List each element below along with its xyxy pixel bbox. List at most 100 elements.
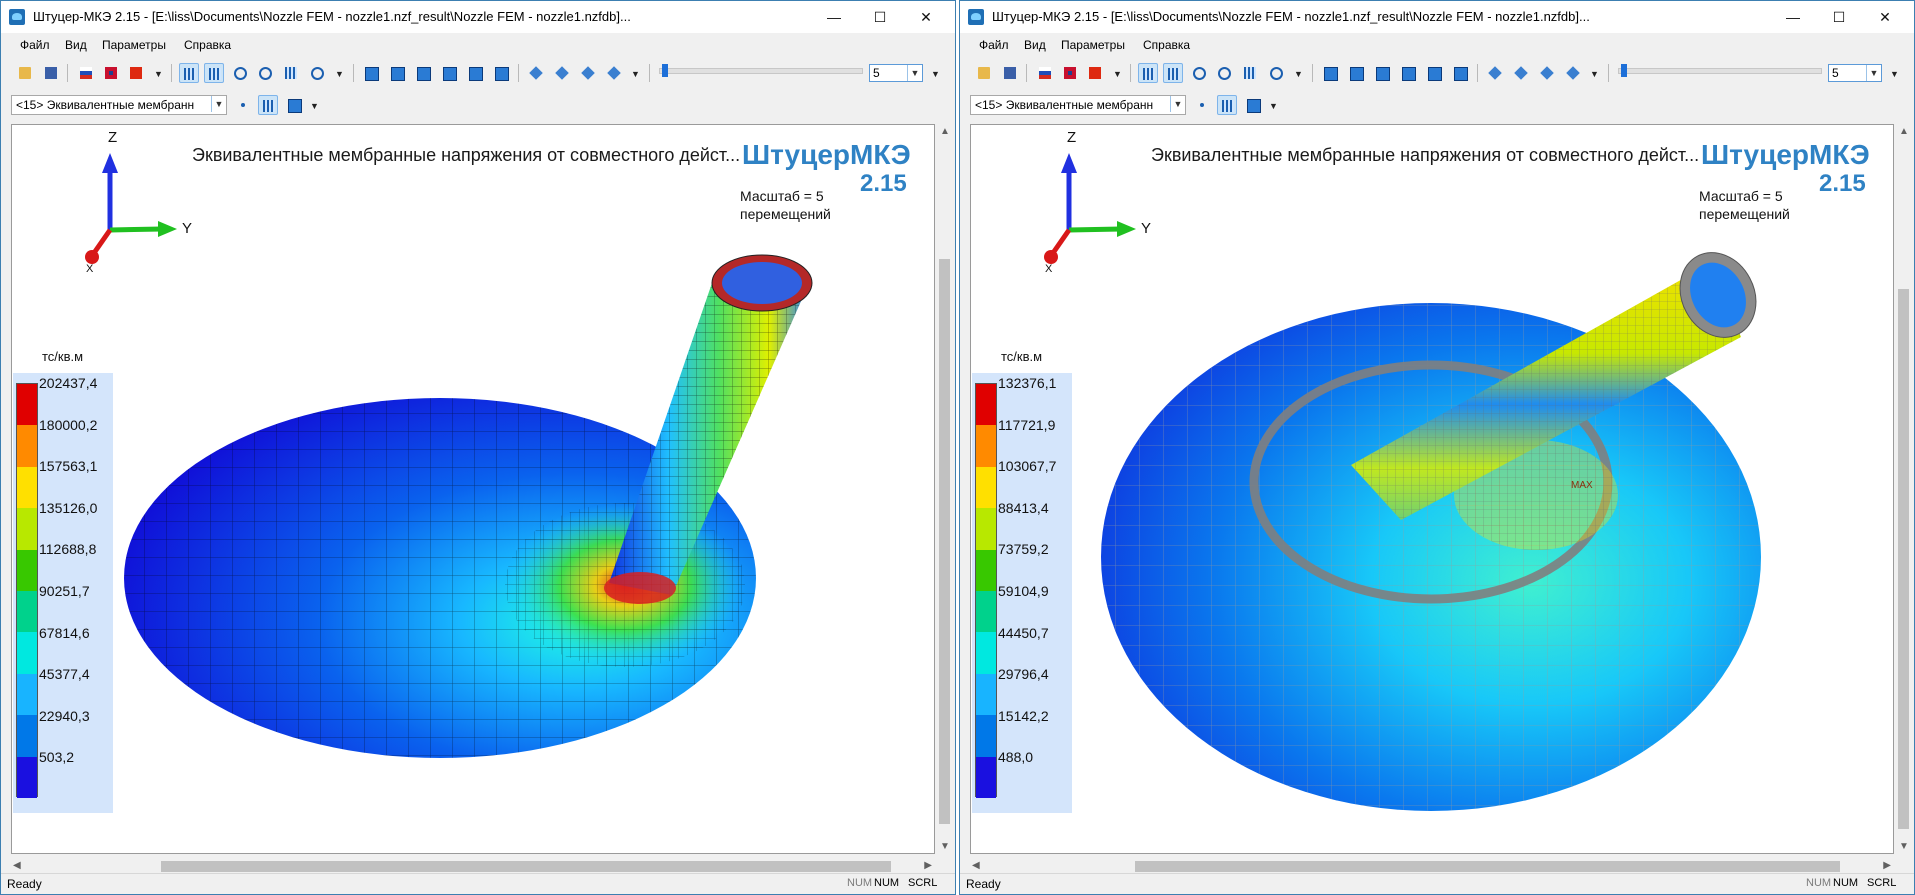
chevron-down-icon[interactable]: ▼ — [211, 96, 226, 112]
view-back-button[interactable] — [1346, 63, 1366, 83]
view-right-button[interactable] — [439, 63, 459, 83]
vertical-scroll-thumb[interactable] — [939, 259, 950, 824]
view-front-button[interactable] — [361, 63, 381, 83]
view-right-button[interactable] — [1398, 63, 1418, 83]
pan-button[interactable] — [307, 63, 327, 83]
iso-view-3-button[interactable] — [1537, 63, 1557, 83]
title-bar[interactable]: Штуцер-МКЭ 2.15 - [E:\liss\Documents\Noz… — [960, 1, 1914, 33]
view-top-button[interactable] — [1424, 63, 1444, 83]
open-button[interactable] — [974, 63, 994, 83]
chevron-down-icon[interactable]: ▼ — [154, 69, 163, 79]
fit-view-button[interactable] — [281, 63, 301, 83]
contour-button[interactable] — [258, 95, 278, 115]
scroll-left-icon[interactable]: ◀ — [13, 860, 21, 871]
lang-cn-button[interactable] — [1085, 63, 1105, 83]
scroll-down-icon[interactable]: ▼ — [940, 841, 950, 852]
menu-parameters[interactable]: Параметры — [1061, 38, 1125, 52]
scale-combo[interactable]: 5 ▼ — [869, 64, 923, 82]
lang-ru-button[interactable] — [1035, 63, 1055, 83]
iso-view-2-button[interactable] — [552, 63, 572, 83]
zoom-window-button[interactable] — [255, 63, 275, 83]
iso-view-1-button[interactable] — [526, 63, 546, 83]
vertical-scrollbar[interactable]: ▲ ▼ — [936, 124, 953, 854]
title-bar[interactable]: Штуцер-МКЭ 2.15 - [E:\liss\Documents\Noz… — [1, 1, 955, 33]
save-button[interactable] — [1000, 63, 1020, 83]
scroll-right-icon[interactable]: ▶ — [924, 860, 932, 871]
zoom-button[interactable] — [1189, 63, 1209, 83]
maximize-button[interactable]: ☐ — [1816, 1, 1862, 33]
scale-slider[interactable] — [1618, 64, 1822, 77]
pan-button[interactable] — [1266, 63, 1286, 83]
view-bottom-button[interactable] — [1450, 63, 1470, 83]
close-button[interactable]: ✕ — [903, 1, 949, 33]
view-left-button[interactable] — [413, 63, 433, 83]
fit-view-button[interactable] — [1240, 63, 1260, 83]
menu-help[interactable]: Справка — [1143, 38, 1190, 52]
slider-thumb[interactable] — [662, 64, 668, 77]
horizontal-scroll-thumb[interactable] — [161, 861, 891, 872]
lang-en-button[interactable] — [1060, 63, 1080, 83]
mesh-view-button[interactable] — [1163, 63, 1183, 83]
zoom-button[interactable] — [230, 63, 250, 83]
scroll-up-icon[interactable]: ▲ — [940, 126, 950, 137]
vertical-scroll-thumb[interactable] — [1898, 289, 1909, 829]
scroll-right-icon[interactable]: ▶ — [1883, 860, 1891, 871]
chevron-down-icon[interactable]: ▼ — [631, 69, 640, 79]
zoom-window-button[interactable] — [1214, 63, 1234, 83]
minimize-button[interactable]: — — [811, 1, 857, 33]
chevron-down-icon[interactable]: ▼ — [1866, 65, 1881, 81]
close-button[interactable]: ✕ — [1862, 1, 1908, 33]
result-select[interactable]: <15> Эквивалентные мембранн ▼ — [970, 95, 1186, 115]
legend-button[interactable] — [284, 95, 304, 115]
lang-ru-button[interactable] — [76, 63, 96, 83]
point-button[interactable] — [233, 95, 253, 115]
iso-view-1-button[interactable] — [1485, 63, 1505, 83]
scroll-up-icon[interactable]: ▲ — [1899, 126, 1909, 137]
iso-view-4-button[interactable] — [604, 63, 624, 83]
view-top-button[interactable] — [465, 63, 485, 83]
chevron-down-icon[interactable]: ▼ — [1269, 101, 1278, 111]
view-back-button[interactable] — [387, 63, 407, 83]
lang-en-button[interactable] — [101, 63, 121, 83]
chevron-down-icon[interactable]: ▼ — [1294, 69, 1303, 79]
menu-file[interactable]: Файл — [20, 38, 50, 52]
menu-help[interactable]: Справка — [184, 38, 231, 52]
chevron-down-icon[interactable]: ▼ — [1890, 69, 1899, 79]
view-bottom-button[interactable] — [491, 63, 511, 83]
view-left-button[interactable] — [1372, 63, 1392, 83]
menu-file[interactable]: Файл — [979, 38, 1009, 52]
mesh-view-button[interactable] — [204, 63, 224, 83]
iso-view-4-button[interactable] — [1563, 63, 1583, 83]
menu-parameters[interactable]: Параметры — [102, 38, 166, 52]
open-button[interactable] — [15, 63, 35, 83]
vertical-scrollbar[interactable]: ▲ ▼ — [1895, 124, 1912, 854]
rotate-view-button[interactable] — [1138, 63, 1158, 83]
model-viewport[interactable]: MAX Z Y X Эквивалентные мембранные напря… — [970, 124, 1894, 854]
slider-thumb[interactable] — [1621, 64, 1627, 77]
save-button[interactable] — [41, 63, 61, 83]
point-button[interactable] — [1192, 95, 1212, 115]
model-viewport[interactable]: Z Y X Эквивалентные мембранные напряжени… — [11, 124, 935, 854]
scroll-left-icon[interactable]: ◀ — [972, 860, 980, 871]
minimize-button[interactable]: — — [1770, 1, 1816, 33]
scale-combo[interactable]: 5 ▼ — [1828, 64, 1882, 82]
chevron-down-icon[interactable]: ▼ — [907, 65, 922, 81]
scroll-down-icon[interactable]: ▼ — [1899, 841, 1909, 852]
view-front-button[interactable] — [1320, 63, 1340, 83]
chevron-down-icon[interactable]: ▼ — [931, 69, 940, 79]
iso-view-3-button[interactable] — [578, 63, 598, 83]
chevron-down-icon[interactable]: ▼ — [1113, 69, 1122, 79]
menu-view[interactable]: Вид — [65, 38, 87, 52]
chevron-down-icon[interactable]: ▼ — [335, 69, 344, 79]
chevron-down-icon[interactable]: ▼ — [1590, 69, 1599, 79]
iso-view-2-button[interactable] — [1511, 63, 1531, 83]
contour-button[interactable] — [1217, 95, 1237, 115]
lang-cn-button[interactable] — [126, 63, 146, 83]
chevron-down-icon[interactable]: ▼ — [310, 101, 319, 111]
legend-button[interactable] — [1243, 95, 1263, 115]
rotate-view-button[interactable] — [179, 63, 199, 83]
maximize-button[interactable]: ☐ — [857, 1, 903, 33]
menu-view[interactable]: Вид — [1024, 38, 1046, 52]
scale-slider[interactable] — [659, 64, 863, 77]
result-select[interactable]: <15> Эквивалентные мембранн ▼ — [11, 95, 227, 115]
